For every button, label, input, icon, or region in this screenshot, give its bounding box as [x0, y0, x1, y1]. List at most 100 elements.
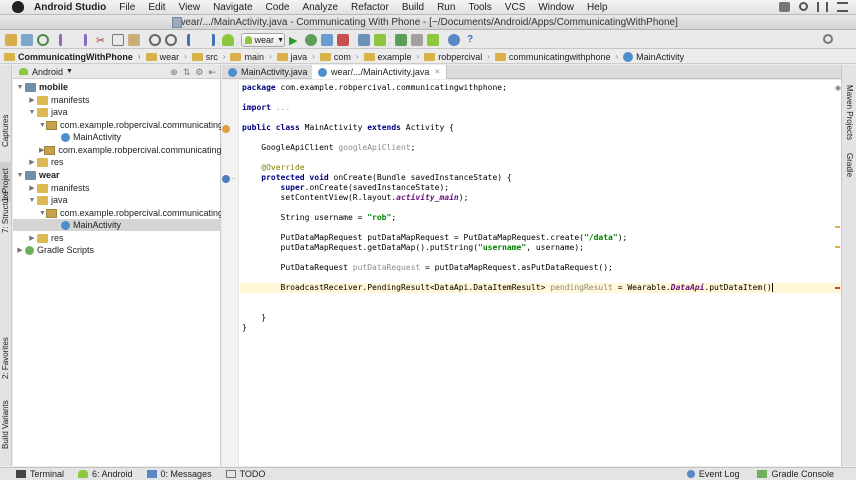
find-icon[interactable] [149, 34, 161, 46]
avd-manager-icon[interactable] [374, 34, 386, 46]
expand-arrow-icon[interactable]: ▼ [15, 84, 25, 91]
project-structure-icon[interactable] [411, 34, 423, 46]
run-icon[interactable]: ▶ [289, 34, 301, 47]
expand-arrow-icon[interactable]: ▼ [39, 210, 46, 217]
tree-item-package[interactable]: ▶com.example.robpercival.communicatingwi… [13, 144, 221, 156]
expand-arrow-icon[interactable]: ▶ [15, 246, 25, 254]
device-monitor-icon[interactable] [427, 34, 439, 46]
menu-navigate[interactable]: Navigate [213, 2, 252, 13]
search-everywhere-icon[interactable] [823, 34, 833, 44]
menu-refactor[interactable]: Refactor [351, 2, 389, 13]
dropbox-icon[interactable] [779, 2, 790, 12]
project-view-select[interactable]: Android [32, 67, 63, 77]
android-monitor-icon[interactable] [448, 34, 460, 46]
sync-icon[interactable] [37, 34, 49, 46]
menu-app[interactable]: Android Studio [34, 2, 106, 13]
tool-tab-structure[interactable]: 7: Structure [0, 187, 12, 233]
tool-tab-favorites[interactable]: 2: Favorites [0, 329, 12, 379]
settings-icon[interactable]: ⚙ [195, 67, 203, 78]
breadcrumb-item[interactable]: example › [363, 52, 419, 62]
copy-icon[interactable] [112, 34, 124, 46]
tree-item-manifests[interactable]: ▶ manifests [13, 94, 221, 106]
expand-arrow-icon[interactable]: ▶ [27, 96, 37, 104]
tree-item-mainactivity[interactable]: MainActivity [13, 131, 221, 143]
forward-icon[interactable] [203, 34, 215, 46]
error-marker[interactable] [835, 287, 840, 289]
sdk-manager-icon[interactable] [358, 34, 370, 46]
warning-marker[interactable] [835, 246, 840, 248]
warning-marker[interactable] [835, 226, 840, 228]
search-icon[interactable] [799, 2, 808, 11]
breadcrumb-item[interactable]: src › [191, 52, 225, 62]
gradle-sync-icon[interactable] [395, 34, 407, 46]
hide-panel-icon[interactable]: ⇤ [208, 67, 216, 78]
breadcrumb-item[interactable]: MainActivity [623, 51, 684, 62]
tree-item-gradle-scripts[interactable]: ▶ Gradle Scripts [13, 244, 221, 256]
breadcrumb-item[interactable]: main › [230, 52, 272, 62]
breadcrumb-item[interactable]: robpercival › [424, 52, 490, 62]
tree-item-package[interactable]: ▼com.example.robpercival.communicatingwi… [13, 119, 221, 131]
breadcrumb-item[interactable]: communicatingwithphone › [494, 52, 618, 62]
expand-arrow-icon[interactable]: ▶ [27, 234, 37, 242]
run-config-select[interactable]: wear ▼ [241, 33, 285, 47]
menu-file[interactable]: File [119, 2, 135, 13]
notification-icon[interactable] [817, 2, 828, 12]
menu-run[interactable]: Run [437, 2, 455, 13]
debug-icon[interactable] [305, 34, 317, 46]
terminal-button[interactable]: Terminal [16, 469, 64, 479]
tree-item-mainactivity[interactable]: MainActivity [13, 219, 221, 231]
tree-item-manifests[interactable]: ▶ manifests [13, 182, 221, 194]
menu-window[interactable]: Window [538, 2, 574, 13]
expand-arrow-icon[interactable]: ▼ [27, 109, 37, 116]
replace-icon[interactable] [165, 34, 177, 46]
menu-analyze[interactable]: Analyze [302, 2, 338, 13]
breadcrumb-item[interactable]: com › [319, 52, 359, 62]
help-icon[interactable]: ? [467, 34, 479, 46]
tree-item-res[interactable]: ▶ res [13, 156, 221, 168]
override-marker-icon[interactable] [222, 175, 230, 183]
save-icon[interactable] [21, 34, 33, 46]
tool-tab-captures[interactable]: Captures [0, 107, 12, 147]
tree-item-java[interactable]: ▼ java [13, 106, 221, 118]
code-editor[interactable]: − ◉ package com.example.robpercival.comm… [222, 80, 841, 466]
stop-icon[interactable] [337, 34, 349, 46]
redo-icon[interactable] [75, 34, 87, 46]
chevron-down-icon[interactable]: ▼ [66, 68, 73, 75]
fold-icon[interactable]: − [231, 176, 239, 184]
menu-view[interactable]: View [179, 2, 201, 13]
menu-code[interactable]: Code [266, 2, 290, 13]
tree-item-java[interactable]: ▼ java [13, 194, 221, 206]
cut-icon[interactable]: ✂ [96, 34, 108, 47]
menu-vcs[interactable]: VCS [505, 2, 526, 13]
apple-icon[interactable] [12, 1, 24, 13]
undo-icon[interactable] [59, 34, 71, 46]
menu-build[interactable]: Build [402, 2, 424, 13]
expand-arrow-icon[interactable]: ▼ [39, 122, 46, 129]
tree-item-package[interactable]: ▼com.example.robpercival.communicatingwi… [13, 207, 221, 219]
collapse-all-icon[interactable]: ⇅ [183, 67, 191, 78]
event-log-button[interactable]: Event Log [686, 469, 739, 479]
tool-tab-build-variants[interactable]: Build Variants [0, 399, 12, 449]
menu-edit[interactable]: Edit [148, 2, 165, 13]
paste-icon[interactable] [128, 34, 140, 46]
open-folder-icon[interactable] [5, 34, 17, 46]
scroll-from-source-icon[interactable]: ⊗ [170, 67, 178, 78]
tree-item-mobile[interactable]: ▼ mobile [13, 81, 221, 93]
back-icon[interactable] [187, 34, 199, 46]
attach-debugger-icon[interactable] [321, 34, 333, 46]
gradle-console-button[interactable]: Gradle Console [757, 469, 834, 479]
menu-help[interactable]: Help [587, 2, 608, 13]
expand-arrow-icon[interactable]: ▼ [27, 197, 37, 204]
tab-mobile-mainactivity[interactable]: MainActivity.java ✕ [222, 65, 326, 79]
android-monitor-button[interactable]: 6: Android [78, 469, 133, 479]
breadcrumb-item[interactable]: java › [276, 52, 315, 62]
breadcrumb-item[interactable]: wear › [145, 52, 187, 62]
expand-arrow-icon[interactable]: ▼ [15, 172, 25, 179]
tab-wear-mainactivity[interactable]: wear/.../MainActivity.java ✕ [312, 65, 448, 79]
todo-button[interactable]: TODO [225, 469, 265, 479]
breadcrumb-item[interactable]: CommunicatingWithPhone › [4, 52, 141, 62]
tree-item-wear[interactable]: ▼ wear [13, 169, 221, 181]
list-icon[interactable] [837, 2, 848, 12]
tree-item-res[interactable]: ▶ res [13, 232, 221, 244]
expand-arrow-icon[interactable]: ▶ [27, 184, 37, 192]
